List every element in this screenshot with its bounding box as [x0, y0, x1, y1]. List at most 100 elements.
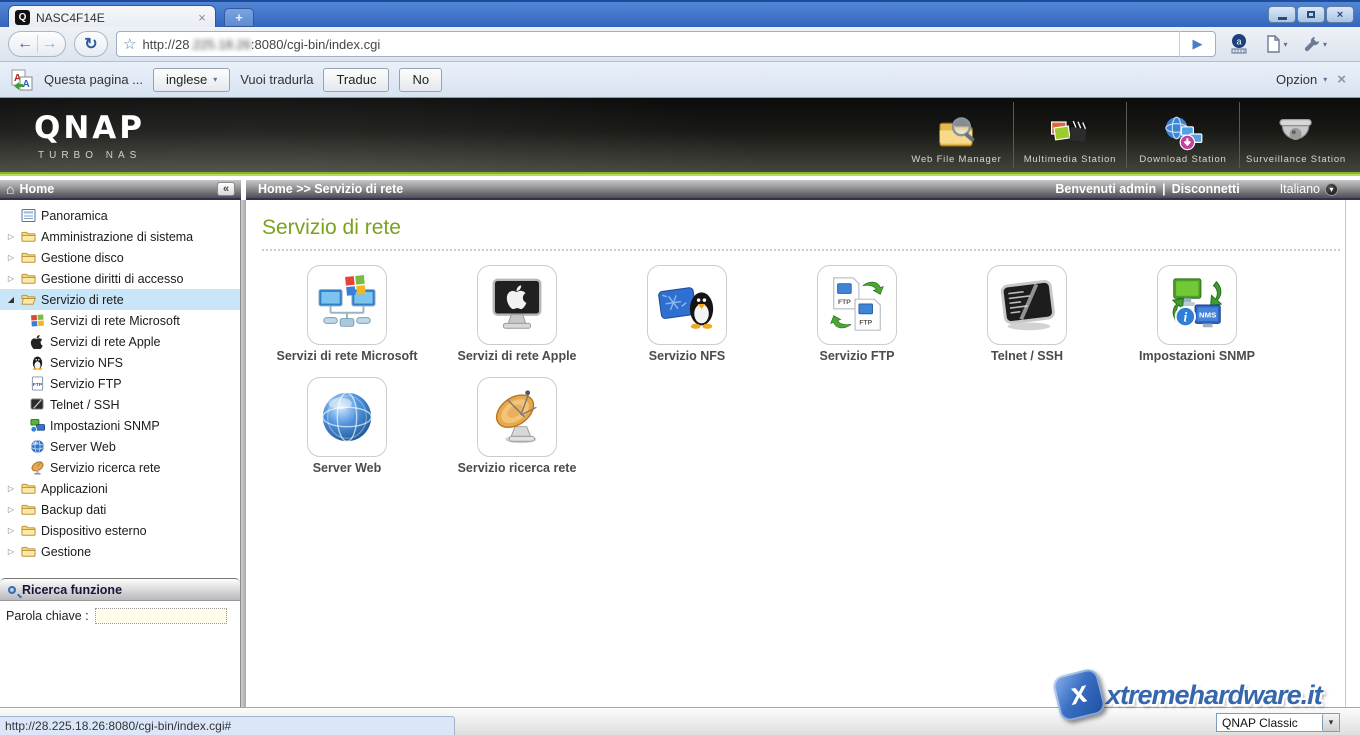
tab-close-icon[interactable]: ×	[195, 10, 209, 25]
tree-label: Server Web	[50, 440, 116, 454]
tree-item-gestione-diritti-di-accesso[interactable]: ▷ Gestione diritti di accesso	[0, 268, 240, 289]
expander-icon[interactable]: ▷	[6, 232, 16, 241]
search-icon	[8, 586, 16, 594]
translate-question: Vuoi tradurla	[240, 72, 313, 87]
url-suffix: :8080/cgi-bin/index.cgi	[251, 37, 380, 52]
tree-item-servizio-nfs[interactable]: Servizio NFS	[0, 352, 240, 373]
minimize-button[interactable]	[1268, 6, 1296, 23]
browser-tab[interactable]: Q NASC4F14E ×	[8, 5, 216, 29]
tree-item-backup-dati[interactable]: ▷ Backup dati	[0, 499, 240, 520]
tile-servizi-di-rete-apple[interactable]: Servizi di rete Apple	[432, 265, 602, 363]
browser-tab-bar: Q NASC4F14E × + ×	[0, 0, 1360, 27]
translate-button[interactable]: Traduc	[323, 68, 389, 92]
svg-text:FTP: FTP	[859, 319, 872, 326]
language-selector[interactable]: Italiano ▾	[1280, 182, 1338, 196]
tile-servizio-ricerca-rete[interactable]: Servizio ricerca rete	[432, 377, 602, 475]
new-tab-button[interactable]: +	[224, 8, 254, 27]
forward-button[interactable]: →	[37, 35, 61, 53]
tree-item-panoramica[interactable]: Panoramica	[0, 205, 240, 226]
tree-label: Panoramica	[41, 209, 108, 223]
station-label: Web File Manager	[911, 154, 1001, 165]
tree-item-servizio-ftp[interactable]: FTP Servizio FTP	[0, 373, 240, 394]
tile-label: Telnet / SSH	[991, 349, 1063, 363]
expander-icon[interactable]: ▷	[6, 526, 16, 535]
restore-button[interactable]	[1297, 6, 1325, 23]
web-file-manager-icon	[935, 116, 978, 152]
expander-icon[interactable]: ▷	[6, 547, 16, 556]
tree-item-gestione[interactable]: ▷ Gestione	[0, 541, 240, 562]
tree-item-dispositivo-esterno[interactable]: ▷ Dispositivo esterno	[0, 520, 240, 541]
tree-item-telnet-ssh[interactable]: Telnet / SSH	[0, 394, 240, 415]
expander-icon[interactable]: ▷	[6, 274, 16, 283]
tile-servizio-ftp[interactable]: FTP FTP Servizio FTP	[772, 265, 942, 363]
qnap-logo-subtitle: TURBO NAS	[38, 150, 141, 161]
tile-label: Server Web	[313, 461, 382, 475]
url-prefix: http://28	[142, 37, 189, 52]
expander-icon[interactable]: ◢	[6, 295, 16, 304]
wrench-menu-button[interactable]: ▾	[1300, 31, 1330, 57]
watermark: x xtremehardware.it	[1056, 672, 1322, 718]
tile-telnet-ssh[interactable]: Telnet / SSH	[942, 265, 1112, 363]
bookmark-star-icon[interactable]: ☆	[123, 35, 136, 53]
logout-link[interactable]: Disconnetti	[1172, 182, 1240, 196]
download-station-shortcut[interactable]: Download Station	[1126, 102, 1239, 168]
page-menu-button[interactable]: ▾	[1262, 31, 1292, 57]
tree-item-servizio-di-rete[interactable]: ◢ Servizio di rete	[0, 289, 240, 310]
reload-button[interactable]: ↻	[74, 31, 108, 57]
options-dropdown[interactable]: Opzion ▾	[1276, 72, 1327, 87]
no-button[interactable]: No	[399, 68, 442, 92]
page-title: Servizio di rete	[246, 200, 1360, 240]
close-window-button[interactable]: ×	[1326, 6, 1354, 23]
keyword-input[interactable]	[95, 608, 227, 624]
tree-item-servizi-di-rete-apple[interactable]: Servizi di rete Apple	[0, 331, 240, 352]
expander-icon[interactable]: ▷	[6, 505, 16, 514]
infobar-close-icon[interactable]: ×	[1337, 71, 1350, 88]
language-dropdown[interactable]: inglese ▾	[153, 68, 230, 92]
address-bar[interactable]: ☆ http://28 .225.18.26 :8080/cgi-bin/ind…	[116, 31, 1216, 57]
tree-item-server-web[interactable]: Server Web	[0, 436, 240, 457]
url-text[interactable]: http://28 .225.18.26 :8080/cgi-bin/index…	[142, 37, 380, 52]
snmp-icon	[30, 418, 45, 433]
multimedia-station-icon	[1048, 116, 1091, 152]
tree-label: Gestione diritti di accesso	[41, 272, 183, 286]
sidebar-titlebar: ⌂ Home «	[0, 180, 241, 200]
tile-impostazioni-snmp[interactable]: NMS i Impostazioni SNMP	[1112, 265, 1282, 363]
tree-label: Servizio NFS	[50, 356, 123, 370]
web-file-manager-shortcut[interactable]: Web File Manager	[900, 102, 1013, 168]
tile-servizi-di-rete-microsoft[interactable]: Servizi di rete Microsoft	[262, 265, 432, 363]
tab-title: NASC4F14E	[36, 11, 189, 25]
tree-item-servizi-di-rete-microsoft[interactable]: Servizi di rete Microsoft	[0, 310, 240, 331]
multimedia-station-shortcut[interactable]: Multimedia Station	[1013, 102, 1126, 168]
folder-open-icon	[21, 292, 36, 307]
svg-text:i: i	[1183, 309, 1187, 324]
tree-item-servizio-ricerca-rete[interactable]: Servizio ricerca rete	[0, 457, 240, 478]
sidebar-collapse-button[interactable]: «	[217, 182, 235, 196]
station-label: Multimedia Station	[1024, 154, 1117, 165]
tree-item-amministrazione-di-sistema[interactable]: ▷ Amministrazione di sistema	[0, 226, 240, 247]
tree-label: Dispositivo esterno	[41, 524, 147, 538]
sidebar: Panoramica ▷ Amministrazione di sistema …	[0, 200, 241, 707]
tree-item-applicazioni[interactable]: ▷ Applicazioni	[0, 478, 240, 499]
svg-text:FTP: FTP	[33, 382, 43, 388]
main-content: Servizio di rete	[246, 200, 1360, 707]
tree-label: Servizi di rete Apple	[50, 335, 160, 349]
tree-label: Gestione disco	[41, 251, 124, 265]
tree-item-gestione-disco[interactable]: ▷ Gestione disco	[0, 247, 240, 268]
url-blurred-segment: .225.18.26	[189, 37, 250, 52]
nfs-icon	[656, 274, 718, 336]
translate-toolbar-button[interactable]: a	[1224, 31, 1254, 57]
tile-servizio-nfs[interactable]: Servizio NFS	[602, 265, 772, 363]
xtremehardware-logo-icon: x	[1051, 667, 1107, 723]
back-button[interactable]: ←	[13, 35, 37, 53]
tree-item-impostazioni-snmp[interactable]: Impostazioni SNMP	[0, 415, 240, 436]
surveillance-station-shortcut[interactable]: Surveillance Station	[1239, 102, 1352, 168]
web-server-icon	[316, 386, 378, 448]
apple-icon	[30, 334, 45, 349]
folder-icon	[21, 502, 36, 517]
expander-icon[interactable]: ▷	[6, 253, 16, 262]
svg-text:a: a	[1236, 37, 1241, 47]
tile-server-web[interactable]: Server Web	[262, 377, 432, 475]
expander-icon[interactable]: ▷	[6, 484, 16, 493]
go-button[interactable]: ▶	[1179, 31, 1209, 57]
svg-text:A: A	[23, 79, 30, 90]
